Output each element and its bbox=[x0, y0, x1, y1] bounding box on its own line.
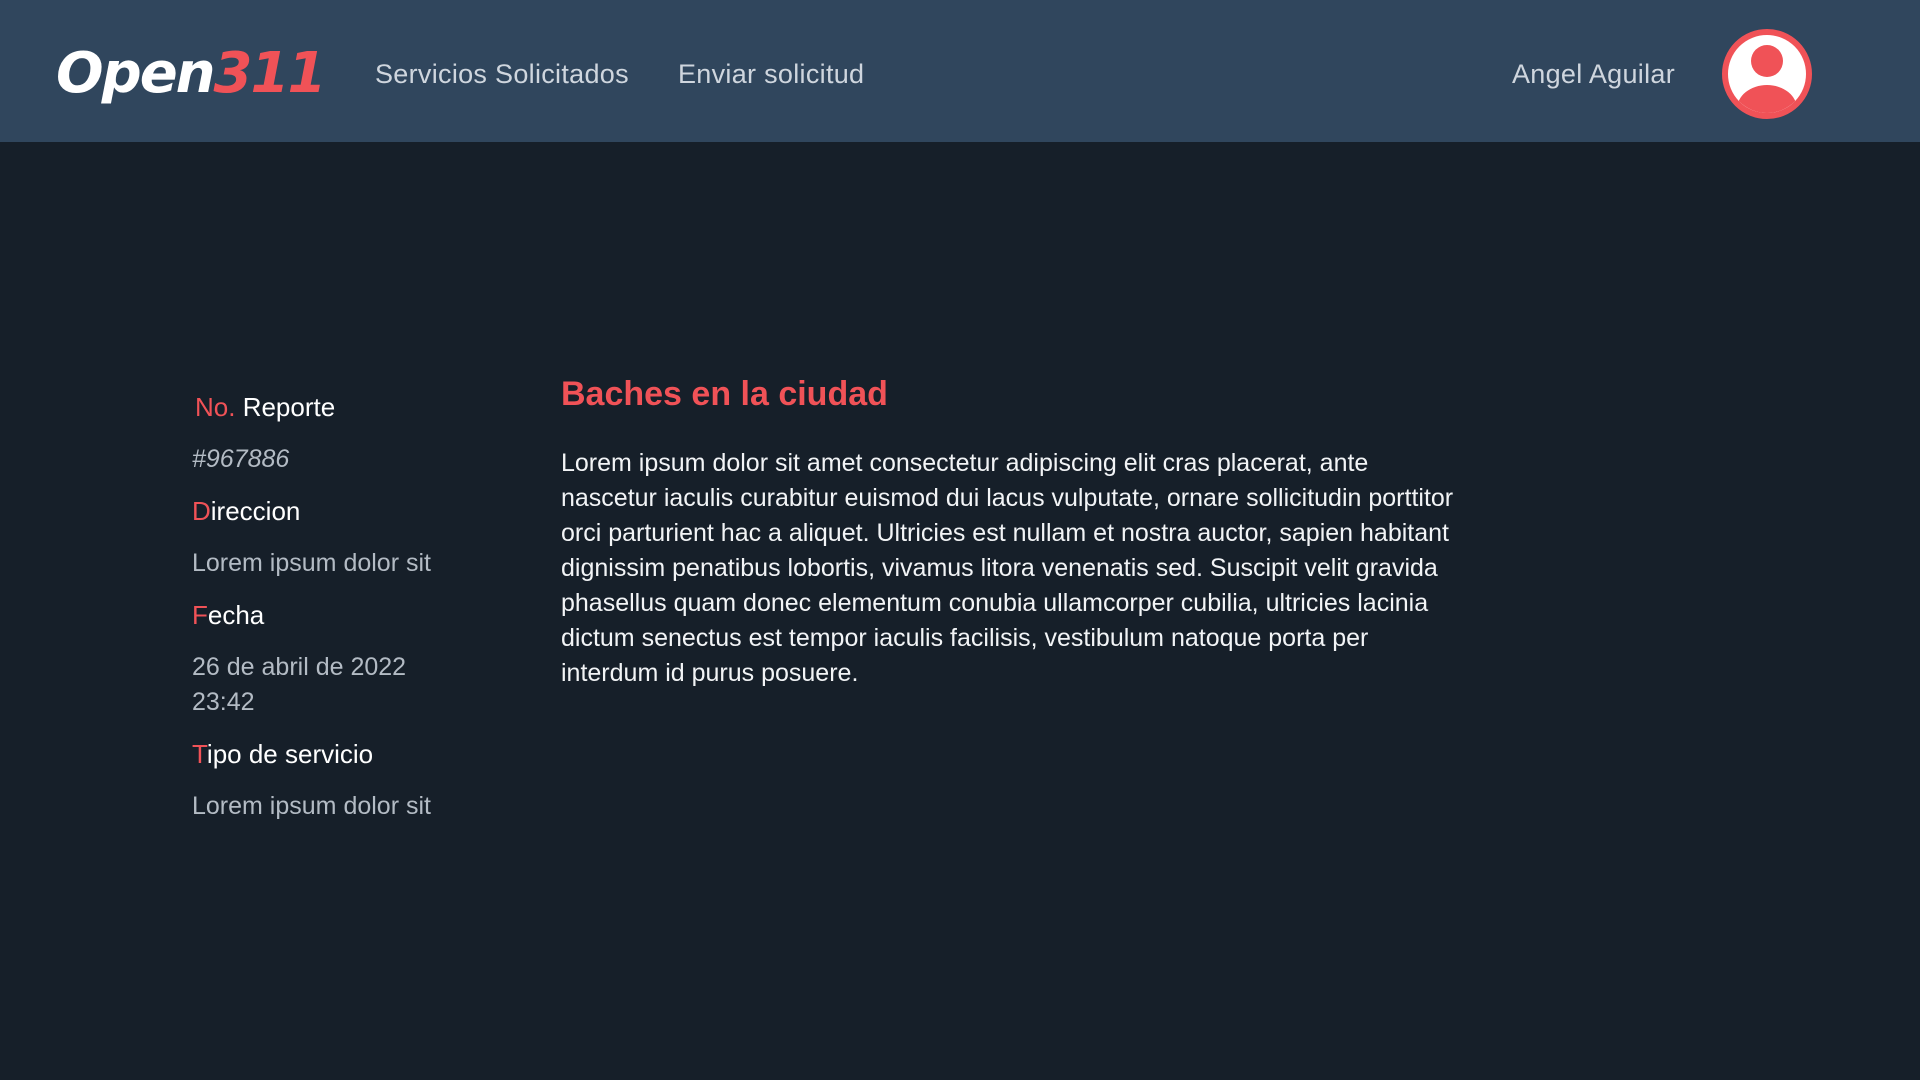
user-name[interactable]: Angel Aguilar bbox=[1512, 56, 1675, 92]
service-type-label: Tipo de servicio bbox=[192, 739, 374, 769]
service-type-value: Lorem ipsum dolor sit bbox=[192, 792, 431, 820]
report-title: Baches en la ciudad bbox=[561, 375, 888, 413]
date-value-time: 23:42 bbox=[192, 688, 255, 716]
logo-text-311: 311 bbox=[213, 41, 327, 106]
date-value: 26 de abril de 2022 23:42 bbox=[192, 650, 492, 720]
page: Open311 Servicios Solicitados Enviar sol… bbox=[0, 0, 1920, 1080]
report-description: Lorem ipsum dolor sit amet consectetur a… bbox=[561, 449, 1454, 687]
nav-link-enviar-solicitud[interactable]: Enviar solicitud bbox=[678, 56, 864, 92]
report-number-value: #967886 bbox=[192, 445, 290, 473]
logo-text-open: Open bbox=[56, 41, 216, 106]
address-value: Lorem ipsum dolor sit bbox=[192, 549, 431, 577]
nav-link-servicios-solicitados[interactable]: Servicios Solicitados bbox=[375, 56, 629, 92]
top-navbar: Open311 Servicios Solicitados Enviar sol… bbox=[0, 0, 1920, 142]
report-number-label: No. Reporte bbox=[195, 392, 336, 422]
date-value-day: 26 de abril de 2022 bbox=[192, 653, 407, 681]
date-label: Fecha bbox=[192, 600, 265, 630]
address-label: Direccion bbox=[192, 496, 301, 526]
user-circle-icon[interactable] bbox=[1722, 29, 1812, 119]
report-details: No. Reporte #967886 Direccion Lorem ipsu… bbox=[192, 390, 492, 824]
app-logo[interactable]: Open311 bbox=[56, 38, 327, 110]
report-content: Baches en la ciudad Lorem ipsum dolor si… bbox=[561, 372, 1461, 691]
